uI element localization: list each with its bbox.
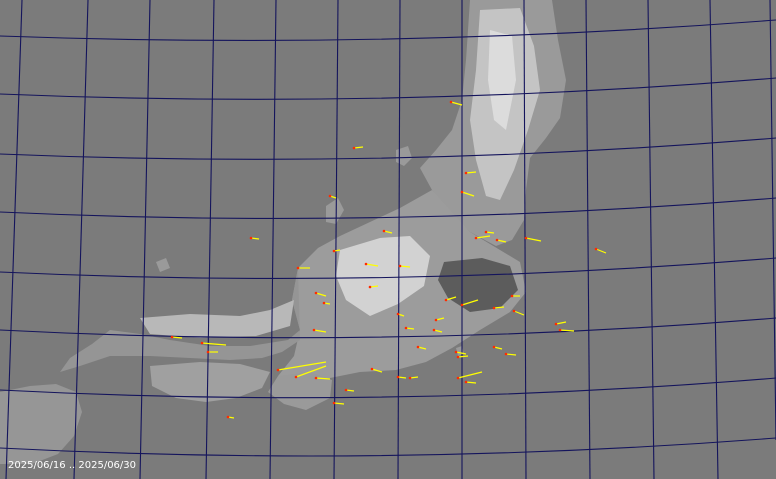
station-marker [206, 350, 210, 354]
station-marker [558, 328, 562, 332]
station-marker [416, 345, 420, 349]
map-canvas [0, 0, 776, 479]
station-marker [368, 285, 372, 289]
station-marker [322, 301, 326, 305]
station-marker [170, 335, 174, 339]
station-marker [382, 229, 386, 233]
station-marker [456, 376, 460, 380]
station-marker [444, 298, 448, 302]
station-marker [398, 264, 402, 268]
date-range-label: 2025/06/16 .. 2025/06/30 [8, 460, 136, 471]
station-marker [226, 415, 230, 419]
station-marker [296, 266, 300, 270]
station-marker [449, 100, 453, 104]
station-marker [404, 326, 408, 330]
station-marker [504, 352, 508, 356]
station-marker [314, 291, 318, 295]
station-marker [249, 236, 253, 240]
station-marker [454, 350, 458, 354]
station-marker [484, 230, 488, 234]
station-marker [328, 194, 332, 198]
station-marker [370, 367, 374, 371]
station-marker [332, 249, 336, 253]
station-marker [492, 306, 496, 310]
station-marker [554, 322, 558, 326]
station-marker [352, 146, 356, 150]
station-marker [294, 375, 298, 379]
station-marker [364, 262, 368, 266]
station-marker [460, 303, 464, 307]
station-marker [456, 355, 460, 359]
station-marker [200, 341, 204, 345]
station-marker [510, 294, 514, 298]
station-marker [524, 236, 528, 240]
date-end: 2025/06/30 [78, 460, 137, 471]
station-marker [396, 312, 400, 316]
station-marker [312, 328, 316, 332]
date-start: 2025/06/16 [8, 460, 66, 471]
station-marker [314, 376, 318, 380]
station-marker [434, 318, 438, 322]
station-marker [396, 375, 400, 379]
station-marker [464, 380, 468, 384]
station-marker [408, 376, 412, 380]
station-marker [474, 236, 478, 240]
station-marker [464, 171, 468, 175]
station-marker [512, 309, 516, 313]
date-separator: .. [68, 460, 76, 471]
station-marker [492, 345, 496, 349]
station-marker [344, 388, 348, 392]
station-marker [594, 247, 598, 251]
station-marker [432, 328, 436, 332]
station-marker [332, 401, 336, 405]
station-marker [460, 190, 464, 194]
station-marker [276, 368, 280, 372]
station-marker [495, 238, 499, 242]
map-view[interactable]: 2025/06/16 .. 2025/06/30 [0, 0, 776, 479]
